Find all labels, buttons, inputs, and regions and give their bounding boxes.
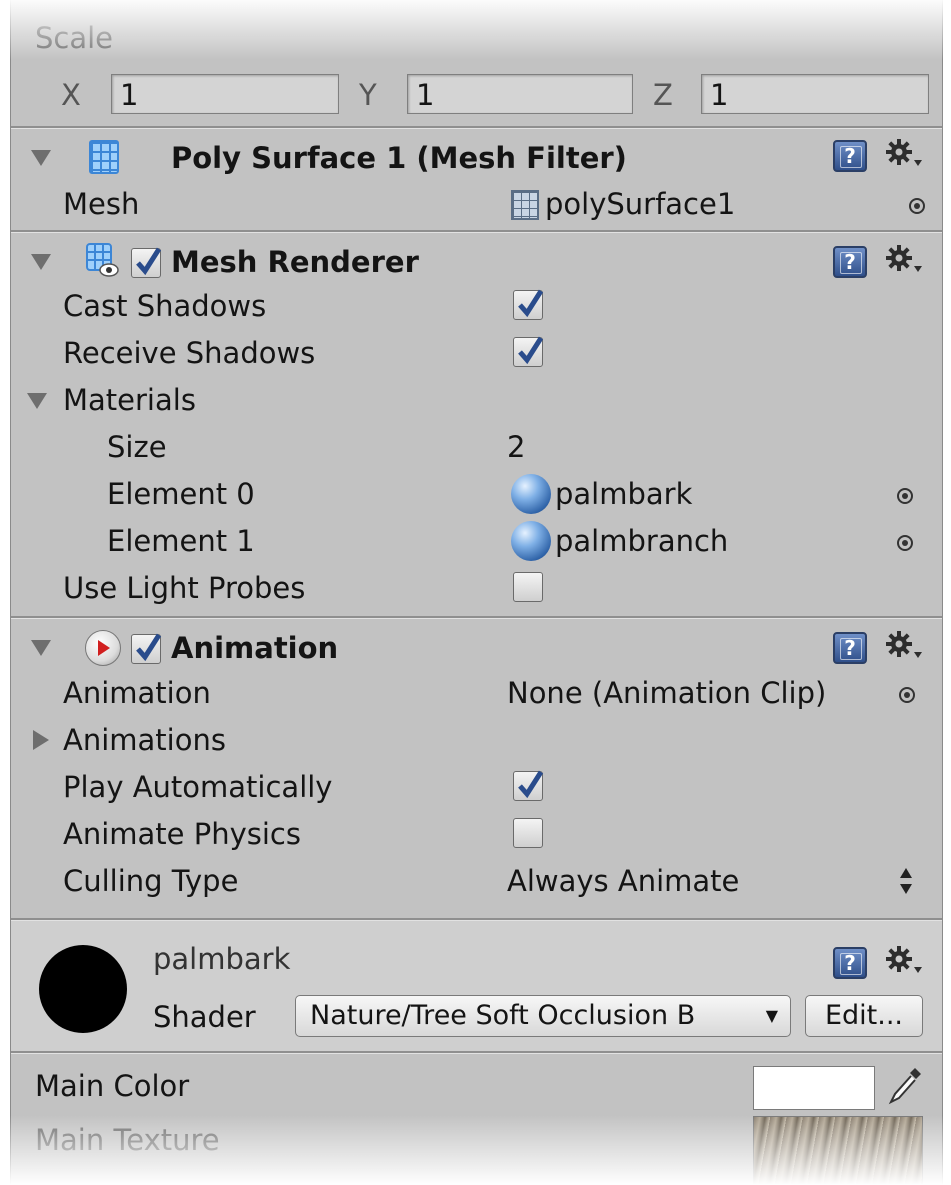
section-divider	[11, 126, 942, 129]
help-book-icon[interactable]: ?	[833, 947, 867, 979]
mesh-renderer-foldout-arrow[interactable]	[31, 254, 51, 270]
animate-physics-checkbox[interactable]	[513, 818, 543, 848]
material-preview-sphere	[39, 945, 127, 1033]
main-color-label: Main Color	[35, 1069, 190, 1103]
material-header: palmbark ? Shader Nature/Tree Soft Occlu…	[11, 921, 942, 1051]
gear-icon[interactable]	[883, 136, 925, 172]
help-book-icon[interactable]: ?	[833, 632, 867, 664]
element-1-label: Element 1	[107, 524, 255, 558]
receive-shadows-checkbox[interactable]	[513, 336, 544, 367]
shader-label: Shader	[153, 1000, 256, 1034]
scale-z-field[interactable]: 1	[701, 74, 929, 114]
element-1-value[interactable]: palmbranch	[555, 523, 728, 559]
section-divider	[11, 230, 942, 233]
mesh-value[interactable]: polySurface1	[545, 186, 735, 222]
material-name: palmbark	[153, 942, 291, 976]
culling-type-label: Culling Type	[63, 864, 239, 898]
object-picker-icon[interactable]	[909, 198, 925, 214]
main-color-swatch[interactable]	[753, 1066, 875, 1110]
animate-physics-label: Animate Physics	[63, 817, 301, 851]
materials-size-label: Size	[107, 430, 167, 464]
object-picker-icon[interactable]	[897, 535, 913, 551]
mesh-renderer-enabled-checkbox[interactable]	[131, 247, 162, 278]
mesh-label: Mesh	[63, 187, 140, 221]
cast-shadows-label: Cast Shadows	[63, 289, 267, 323]
mesh-filter-icon	[89, 140, 119, 174]
section-divider	[11, 616, 942, 619]
scale-z-label: Z	[653, 78, 673, 112]
gear-icon[interactable]	[883, 628, 925, 664]
mesh-renderer-title: Mesh Renderer	[171, 245, 419, 279]
mesh-filter-title: Poly Surface 1 (Mesh Filter)	[171, 141, 627, 175]
animation-play-icon	[85, 630, 121, 666]
material-sphere-icon	[511, 474, 551, 514]
inspector-panel: Scale X 1 Y 1 Z 1 Poly Surface 1 (Mesh F…	[10, 0, 943, 1185]
animation-title: Animation	[171, 631, 339, 665]
scale-label: Scale	[35, 21, 114, 55]
play-automatically-label: Play Automatically	[63, 770, 333, 804]
shader-dropdown-value: Nature/Tree Soft Occlusion B	[310, 1000, 696, 1031]
scale-y-label: Y	[359, 78, 377, 112]
materials-label: Materials	[63, 383, 196, 417]
gear-icon[interactable]	[883, 943, 925, 979]
animations-label: Animations	[63, 723, 226, 757]
use-light-probes-label: Use Light Probes	[63, 571, 306, 605]
element-0-label: Element 0	[107, 477, 255, 511]
animations-foldout-arrow[interactable]	[33, 730, 49, 750]
mesh-icon	[511, 190, 539, 220]
main-texture-label: Main Texture	[35, 1123, 220, 1157]
material-sphere-icon	[511, 521, 551, 561]
main-texture-thumbnail[interactable]	[753, 1116, 923, 1185]
object-picker-icon[interactable]	[897, 488, 913, 504]
help-book-icon[interactable]: ?	[833, 140, 867, 172]
animation-clip-label: Animation	[63, 676, 211, 710]
object-picker-icon[interactable]	[899, 687, 915, 703]
eyedropper-icon[interactable]	[885, 1064, 925, 1108]
up-down-arrows-icon[interactable]	[899, 866, 913, 896]
element-0-value[interactable]: palmbark	[555, 476, 692, 512]
scale-y-field[interactable]: 1	[407, 74, 633, 114]
culling-type-dropdown[interactable]: Always Animate	[507, 863, 739, 899]
scale-x-field[interactable]: 1	[111, 74, 339, 114]
animation-clip-value[interactable]: None (Animation Clip)	[507, 675, 826, 711]
materials-size-value[interactable]: 2	[507, 429, 525, 465]
mesh-filter-foldout-arrow[interactable]	[31, 150, 51, 166]
use-light-probes-checkbox[interactable]	[513, 572, 543, 602]
edit-shader-button[interactable]: Edit...	[805, 995, 923, 1037]
mesh-renderer-icon	[86, 243, 119, 277]
help-book-icon[interactable]: ?	[833, 246, 867, 278]
dropdown-arrow-icon: ▼	[765, 1006, 778, 1025]
gear-icon[interactable]	[883, 242, 925, 278]
scale-x-label: X	[61, 78, 81, 112]
materials-foldout-arrow[interactable]	[27, 393, 47, 409]
shader-dropdown[interactable]: Nature/Tree Soft Occlusion B ▼	[295, 995, 791, 1037]
section-divider	[11, 1051, 942, 1054]
animation-enabled-checkbox[interactable]	[131, 633, 162, 664]
receive-shadows-label: Receive Shadows	[63, 336, 316, 370]
animation-foldout-arrow[interactable]	[31, 640, 51, 656]
play-automatically-checkbox[interactable]	[513, 770, 544, 801]
cast-shadows-checkbox[interactable]	[513, 289, 544, 320]
